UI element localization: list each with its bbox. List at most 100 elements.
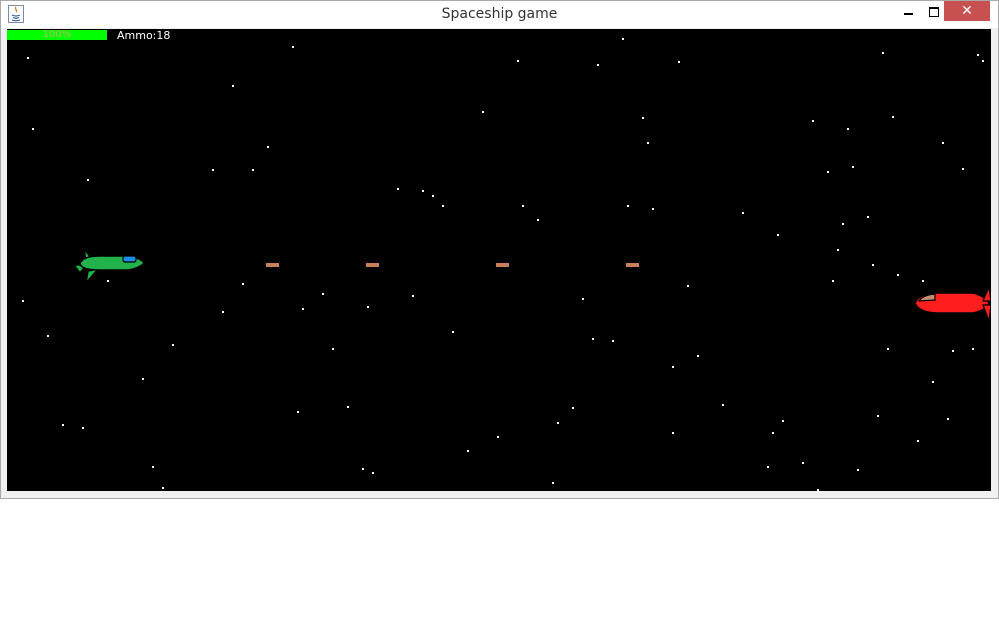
- star: [647, 142, 649, 144]
- star: [837, 249, 839, 251]
- star: [152, 466, 154, 468]
- star: [892, 116, 894, 118]
- close-button[interactable]: ✕: [944, 1, 990, 21]
- star: [932, 381, 934, 383]
- star: [162, 487, 164, 489]
- star: [977, 54, 979, 56]
- star: [432, 195, 434, 197]
- star: [222, 311, 224, 313]
- star: [952, 350, 954, 352]
- star: [452, 331, 454, 333]
- close-icon: ✕: [961, 3, 973, 19]
- star: [82, 427, 84, 429]
- star: [672, 432, 674, 434]
- bullet: [366, 263, 379, 267]
- star: [842, 223, 844, 225]
- game-window: Spaceship game ✕ 100% Ammo:18: [0, 0, 999, 499]
- star: [87, 179, 89, 181]
- star: [802, 462, 804, 464]
- health-text: 100%: [42, 29, 72, 40]
- star: [412, 295, 414, 297]
- star: [642, 117, 644, 119]
- star: [62, 424, 64, 426]
- star: [397, 188, 399, 190]
- star: [622, 38, 624, 40]
- star: [22, 300, 24, 302]
- star: [27, 57, 29, 59]
- star: [872, 264, 874, 266]
- star: [292, 46, 294, 48]
- star: [817, 489, 819, 491]
- star: [592, 338, 594, 340]
- star: [832, 280, 834, 282]
- star: [552, 482, 554, 484]
- star: [777, 234, 779, 236]
- star: [597, 64, 599, 66]
- star: [882, 52, 884, 54]
- star: [917, 440, 919, 442]
- star: [517, 60, 519, 62]
- star: [252, 169, 254, 171]
- game-canvas[interactable]: 100% Ammo:18: [7, 29, 991, 491]
- star: [47, 335, 49, 337]
- minimize-button[interactable]: [895, 1, 921, 21]
- star: [652, 208, 654, 210]
- star: [672, 366, 674, 368]
- star: [347, 406, 349, 408]
- star: [782, 420, 784, 422]
- star: [742, 212, 744, 214]
- star: [612, 340, 614, 342]
- star: [557, 422, 559, 424]
- star: [467, 450, 469, 452]
- star: [942, 142, 944, 144]
- star: [32, 128, 34, 130]
- star: [897, 274, 899, 276]
- star: [812, 120, 814, 122]
- star: [962, 168, 964, 170]
- star: [372, 472, 374, 474]
- empty-desktop-area: [0, 499, 999, 639]
- bullet: [626, 263, 639, 267]
- star: [332, 348, 334, 350]
- star: [922, 280, 924, 282]
- star: [302, 308, 304, 310]
- star: [322, 293, 324, 295]
- star: [687, 285, 689, 287]
- star: [857, 469, 859, 471]
- bullet: [496, 263, 509, 267]
- star: [947, 418, 949, 420]
- red-spaceship-icon: [914, 284, 991, 322]
- star: [442, 205, 444, 207]
- star: [627, 205, 629, 207]
- minimize-icon: [903, 12, 913, 15]
- star: [362, 468, 364, 470]
- star: [877, 415, 879, 417]
- health-bar: 100%: [7, 30, 107, 40]
- title-bar[interactable]: Spaceship game ✕: [1, 1, 998, 28]
- star: [767, 466, 769, 468]
- star: [212, 169, 214, 171]
- star: [847, 128, 849, 130]
- star: [242, 283, 244, 285]
- star: [482, 111, 484, 113]
- maximize-icon: [929, 6, 939, 17]
- star: [678, 61, 680, 63]
- star: [497, 436, 499, 438]
- star: [722, 404, 724, 406]
- star: [142, 378, 144, 380]
- star: [572, 407, 574, 409]
- star: [522, 205, 524, 207]
- star: [537, 219, 539, 221]
- star: [297, 411, 299, 413]
- green-spaceship-icon: [72, 246, 144, 286]
- star: [172, 344, 174, 346]
- star: [852, 166, 854, 168]
- window-title: Spaceship game: [441, 6, 558, 22]
- star: [827, 171, 829, 173]
- ammo-counter: Ammo:18: [117, 29, 171, 42]
- star: [772, 432, 774, 434]
- star: [972, 348, 974, 350]
- star: [367, 306, 369, 308]
- star: [867, 216, 869, 218]
- star: [982, 60, 984, 62]
